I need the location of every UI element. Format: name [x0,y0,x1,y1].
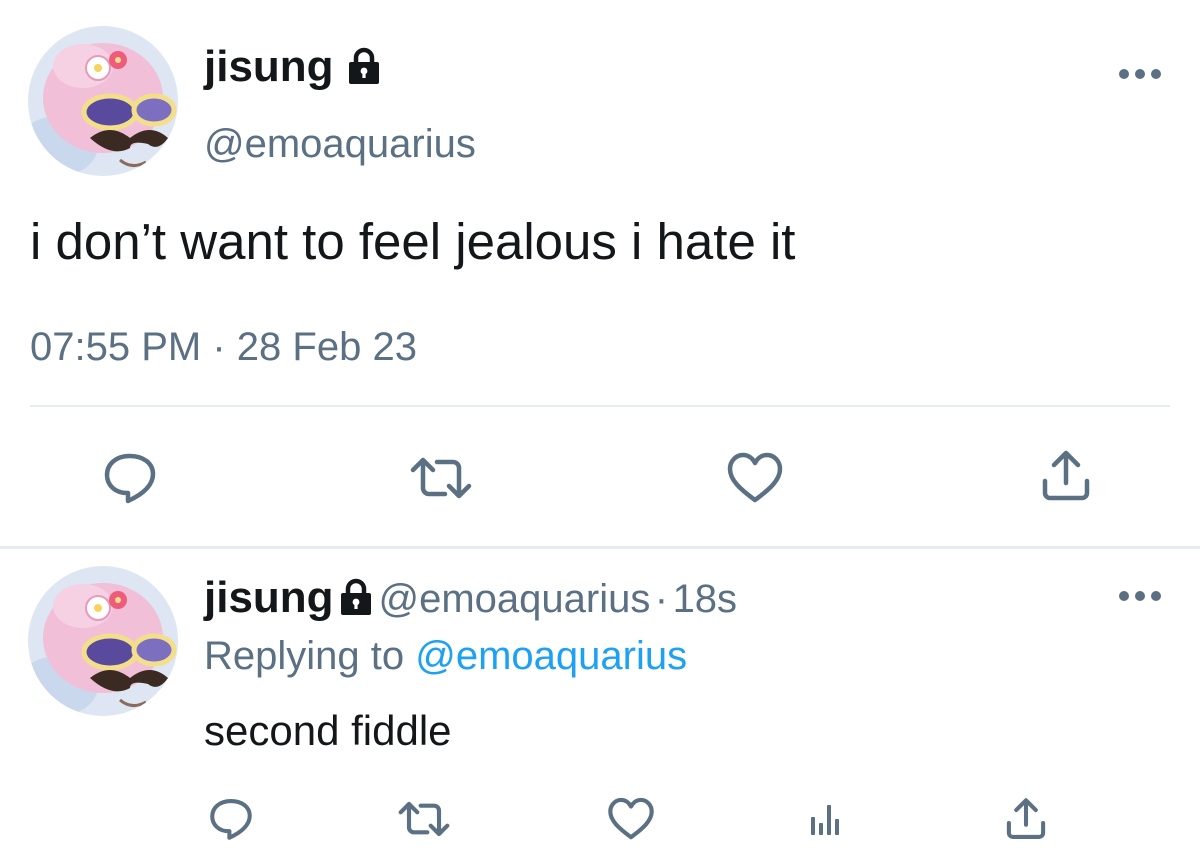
separator-dot: · [212,325,226,369]
analytics-button[interactable] [800,798,850,840]
reply-age[interactable]: 18s [673,577,738,621]
reply-button[interactable] [98,448,162,508]
lock-icon [346,47,382,93]
like-icon [608,797,654,840]
replying-to: Replying to @emoaquarius [204,636,687,676]
share-button[interactable] [1036,446,1096,506]
retweet-button[interactable] [394,796,454,842]
reply-icon [104,453,156,504]
mention-link[interactable]: @emoaquarius [415,634,687,678]
replying-label: Replying to [204,634,405,678]
reply-header: jisung @emoaquarius · 18s [204,576,737,621]
like-icon [727,452,783,503]
reply-icon [210,799,252,840]
like-button[interactable] [724,448,786,508]
avatar-image [28,26,178,176]
author-name[interactable]: jisung [204,42,334,91]
avatar[interactable] [28,26,178,176]
separator-dot: · [654,577,669,621]
author-handle[interactable]: @emoaquarius [378,577,650,621]
tweet-separator [0,546,1200,549]
reply-text: second fiddle [204,707,452,754]
author-name[interactable]: jisung [204,573,334,622]
more-options-icon[interactable] [1118,68,1162,80]
share-button[interactable] [1000,794,1052,844]
author-handle[interactable]: @emoaquarius [204,124,476,164]
more-options-icon[interactable] [1118,590,1162,602]
lock-icon [338,578,374,621]
retweet-button[interactable] [406,448,476,508]
like-button[interactable] [604,796,658,842]
avatar-image [28,566,178,716]
tweet-time: 07:55 PM [30,325,202,369]
tweet-date: 28 Feb 23 [236,325,417,369]
retweet-icon [410,457,472,499]
tweet-text: i don’t want to feel jealous i hate it [30,213,796,270]
share-icon [1006,798,1046,839]
retweet-icon [398,801,450,837]
tweet-timestamp[interactable]: 07:55 PM · 28 Feb 23 [30,327,417,367]
avatar[interactable] [28,566,178,716]
reply-button[interactable] [204,794,258,844]
share-icon [1042,450,1090,501]
divider [30,405,1170,407]
analytics-icon [811,805,839,835]
